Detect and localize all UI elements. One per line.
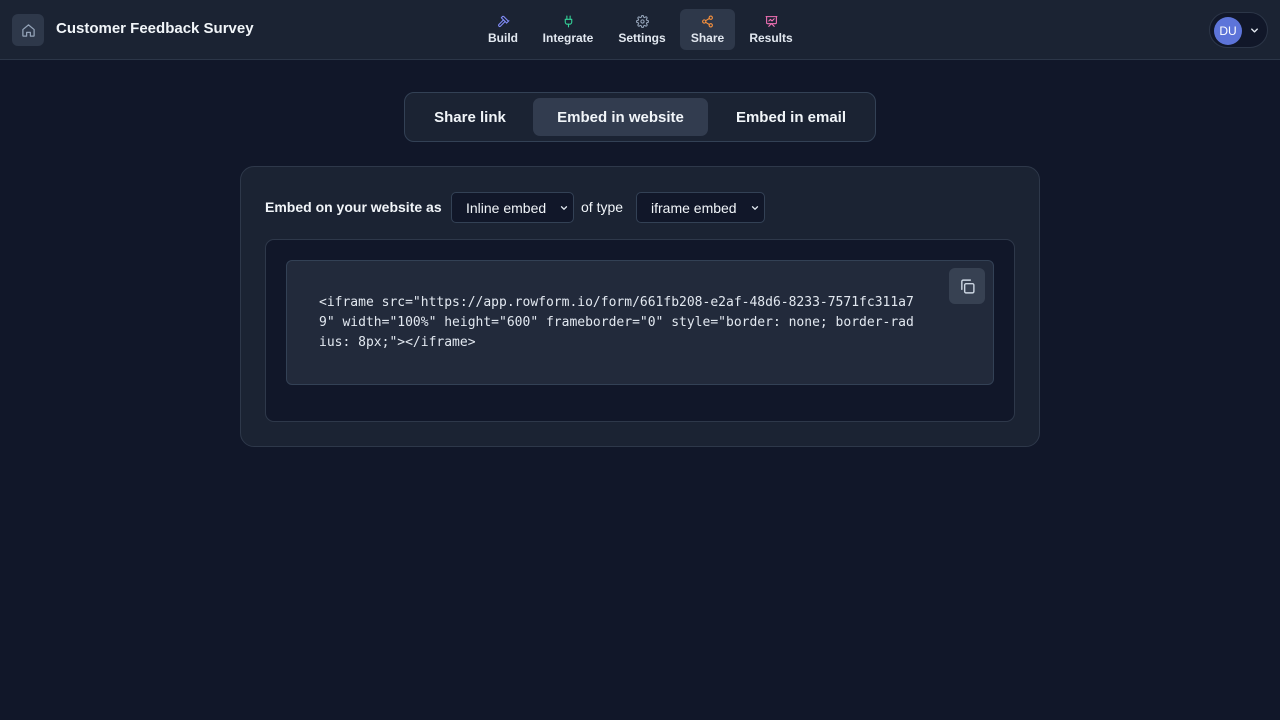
top-bar: Customer Feedback Survey Build Integrate… [0,0,1280,60]
nav-label-share: Share [690,31,725,45]
embed-mode-value: Inline embed [466,200,547,216]
presentation-chart-icon [765,16,777,27]
nav-integrate[interactable]: Integrate [535,9,601,50]
embed-panel: Embed on your website as Inline embed of… [240,166,1040,447]
of-type-label: of type [581,199,624,215]
tab-embed-in-website[interactable]: Embed in website [533,98,708,136]
gear-icon [635,15,649,28]
embed-code[interactable]: <iframe src="https://app.rowform.io/form… [319,293,919,353]
nav-label-integrate: Integrate [542,31,594,45]
tab-embed-in-email[interactable]: Embed in email [716,98,866,136]
chevron-down-icon [751,206,759,210]
hammer-icon [497,15,509,27]
home-button[interactable] [12,14,44,46]
share-mode-tabs: Share link Embed in website Embed in ema… [404,92,876,142]
share-icon [702,15,713,28]
avatar: DU [1214,17,1242,45]
nav-results[interactable]: Results [743,9,799,50]
code-preview-area: <iframe src="https://app.rowform.io/form… [265,239,1015,422]
user-menu[interactable]: DU [1209,12,1268,48]
nav-label-settings: Settings [618,31,666,45]
nav-label-build: Build [488,31,518,45]
chevron-down-icon [560,206,568,210]
embed-type-value: iframe embed [651,200,737,216]
plug-icon [564,15,572,28]
embed-label: Embed on your website as [265,199,442,215]
embed-type-select[interactable]: iframe embed [636,192,765,223]
nav-build[interactable]: Build [480,9,526,50]
embed-options-row: Embed on your website as Inline embed of… [265,192,825,223]
home-icon [21,23,35,37]
chevron-down-icon [1251,28,1258,33]
tab-share-link[interactable]: Share link [415,98,525,136]
nav-share[interactable]: Share [680,9,735,50]
survey-title: Customer Feedback Survey [56,20,254,37]
nav-label-results: Results [749,31,793,45]
copy-icon [960,278,975,294]
embed-mode-select[interactable]: Inline embed [451,192,574,223]
code-block: <iframe src="https://app.rowform.io/form… [286,260,994,385]
copy-code-button[interactable] [949,268,985,304]
nav-settings[interactable]: Settings [611,9,673,50]
